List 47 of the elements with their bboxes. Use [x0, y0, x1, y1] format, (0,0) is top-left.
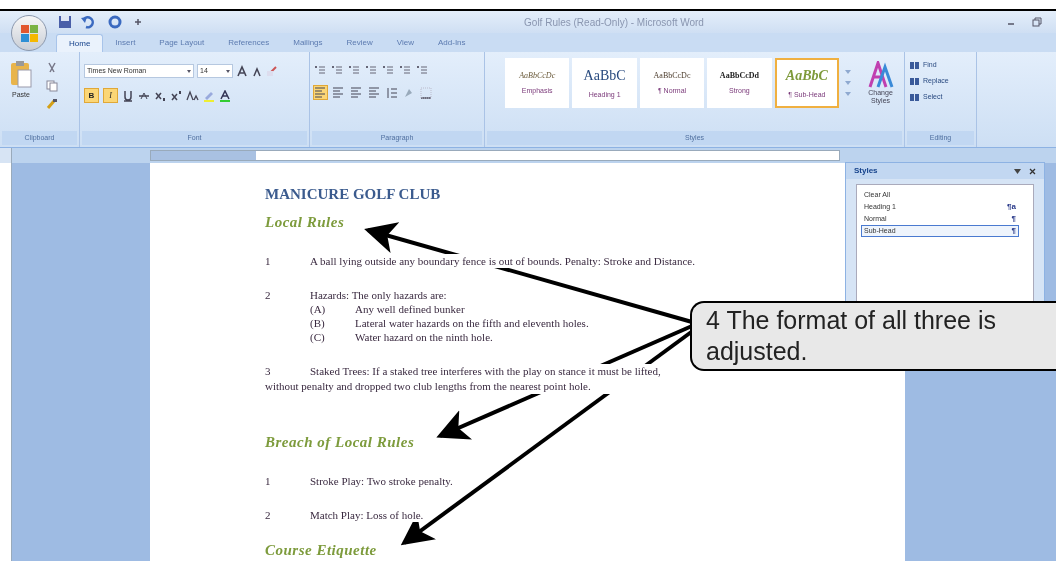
list-item-text: A ball lying outside any boundary fence is out of bounds. Penalty: Stroke and Distance.	[310, 254, 695, 268]
clear-formatting-icon[interactable]	[266, 65, 278, 77]
line-spacing-icon[interactable]	[386, 86, 398, 99]
list-item-text: Lateral water hazards on the fifth and eleventh holes.	[355, 316, 589, 330]
list-item-text: Match Play: Loss of hole.	[310, 508, 424, 522]
office-logo-icon	[20, 24, 38, 42]
document-subheading: Breach of Local Rules	[265, 434, 415, 450]
callout-text: 4 The format of all three is adjusted.	[706, 305, 997, 367]
underline-icon[interactable]	[122, 89, 134, 102]
list-number: 2	[265, 508, 272, 522]
list-number: 1	[265, 474, 272, 488]
ribbon-tab[interactable]: Home	[56, 34, 104, 52]
document-subheading: Course Etiquette	[265, 542, 377, 558]
clipboard-icon	[9, 60, 33, 88]
font-color-icon[interactable]	[219, 89, 231, 102]
bold-button[interactable]: B	[84, 88, 99, 103]
cut-icon[interactable]	[46, 62, 58, 74]
list-item-text: Any well defined bunker	[355, 302, 465, 316]
list-letter: (B)	[310, 316, 326, 330]
pane-title: Styles	[854, 165, 879, 177]
style-type-mark: ¶a	[1007, 201, 1016, 213]
format-painter-icon[interactable]	[46, 98, 58, 110]
copy-icon[interactable]	[46, 80, 58, 92]
bullets-icon[interactable]	[314, 64, 326, 76]
list-letter: (C)	[310, 330, 326, 344]
undo-icon[interactable]	[80, 15, 96, 29]
align-center-icon[interactable]	[332, 86, 345, 99]
shrink-font-icon[interactable]	[251, 65, 263, 77]
list-letter: (A)	[310, 302, 327, 316]
change-case-icon[interactable]	[186, 89, 199, 102]
borders-icon[interactable]	[420, 86, 432, 99]
restore-icon[interactable]	[1032, 17, 1042, 27]
list-number: 1	[265, 254, 272, 268]
style-type-mark: ¶	[1011, 225, 1016, 237]
window-title: Golf Rules (Read-Only) - Microsoft Word	[524, 15, 704, 30]
document-subheading: Local Rules	[265, 214, 345, 230]
italic-button[interactable]: I	[103, 88, 118, 103]
align-right-icon[interactable]	[350, 86, 363, 99]
document-heading: MANICURE GOLF CLUB	[265, 185, 441, 203]
save-icon[interactable]	[58, 15, 72, 29]
superscript-icon[interactable]	[170, 89, 182, 102]
list-number: 2	[265, 288, 272, 303]
justify-icon[interactable]	[368, 86, 381, 99]
grow-font-icon[interactable]	[236, 65, 248, 77]
style-type-mark: ¶	[1011, 213, 1016, 225]
letters-a-icon	[867, 61, 894, 89]
close-icon[interactable]	[1029, 167, 1036, 175]
